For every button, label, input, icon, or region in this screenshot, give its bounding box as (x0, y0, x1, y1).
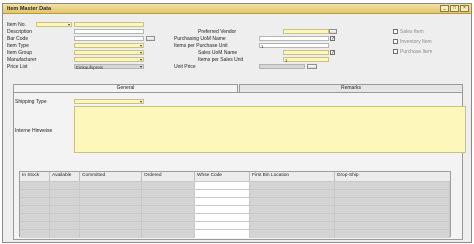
vendor-lookup-button[interactable] (329, 29, 337, 34)
preferred-vendor-input[interactable] (283, 29, 329, 34)
table-row[interactable] (20, 213, 450, 222)
unit-price-label: Unit Price (174, 64, 196, 70)
description-input[interactable] (74, 29, 144, 34)
item-no-input[interactable] (74, 22, 144, 27)
item-master-data-window: Item Master Data _ □ × Item No. Descript… (2, 3, 472, 243)
item-group-label: Item Group (7, 50, 33, 56)
purchase-item-checkbox[interactable] (393, 49, 398, 54)
table-row[interactable] (20, 197, 450, 206)
window-title: Item Master Data (7, 6, 52, 12)
chevron-down-icon (140, 101, 142, 103)
item-group-dropdown[interactable] (74, 50, 144, 55)
bar-code-label: Bar Code (7, 36, 29, 42)
preferred-vendor-label: Preferred Vendor (198, 29, 237, 35)
column-header-drop-ship[interactable]: Drop-Ship (335, 172, 450, 181)
sales-item-checkbox[interactable] (393, 29, 398, 34)
table-row[interactable] (20, 181, 450, 190)
chevron-down-icon (140, 45, 142, 47)
column-header-whse-code[interactable]: Whse Code (195, 172, 250, 181)
bar-code-input[interactable] (74, 36, 144, 41)
manufacturer-label: Manufacturer (7, 57, 37, 63)
close-button[interactable]: × (460, 5, 469, 12)
table-row[interactable] (20, 189, 450, 198)
column-header-committed[interactable]: Committed (80, 172, 142, 181)
description-label: Description (7, 29, 33, 35)
title-bar[interactable]: Item Master Data _ □ × (3, 4, 471, 14)
items-per-purchase-unit-label: Items per Purchase Unit (174, 43, 228, 49)
column-header-first-bin-location[interactable]: First Bin Location (250, 172, 335, 181)
maximize-button[interactable]: □ (450, 5, 459, 12)
tab-general[interactable]: General (13, 84, 238, 92)
sales-uom-name-label: Sales UoM Name (198, 50, 238, 56)
items-per-sales-unit-input[interactable]: 1 (283, 57, 329, 63)
interne-hinweise-label: Interne Hinweise (15, 128, 53, 134)
items-per-purchase-unit-input[interactable]: 1 (259, 43, 329, 49)
unit-price-button[interactable] (307, 64, 317, 69)
shipping-type-dropdown[interactable] (74, 99, 144, 104)
price-list-label: Price List (7, 64, 28, 70)
chevron-down-icon (68, 24, 70, 26)
price-list-dropdown[interactable]: Einkaufspreis (74, 64, 144, 70)
purchasing-uom-name-input[interactable] (259, 36, 329, 41)
purchase-item-label[interactable]: Purchase Item (400, 49, 432, 55)
item-no-series-dropdown[interactable] (36, 22, 72, 27)
table-row[interactable] (20, 205, 450, 214)
item-no-label: Item No. (7, 22, 26, 28)
column-header-in-stock[interactable]: In Stock (20, 172, 50, 181)
manufacturer-dropdown[interactable] (74, 57, 144, 62)
sales-uom-name-input[interactable] (283, 50, 329, 55)
chevron-down-icon (140, 52, 142, 54)
table-row[interactable] (20, 229, 450, 238)
column-header-ordered[interactable]: Ordered (142, 172, 195, 181)
column-header-available[interactable]: Available (50, 172, 80, 181)
shipping-type-label: Shipping Type (15, 99, 47, 105)
inventory-item-checkbox[interactable] (393, 39, 398, 44)
unit-price-input[interactable] (259, 64, 305, 69)
chevron-down-icon (140, 59, 142, 61)
interne-hinweise-textarea[interactable] (74, 106, 466, 153)
tab-remarks[interactable]: Remarks (239, 84, 463, 92)
bar-code-lookup-button[interactable] (146, 36, 155, 41)
inventory-item-label[interactable]: Inventory Item (400, 39, 432, 45)
warehouse-stock-table: In Stock Available Committed Ordered Whs… (19, 171, 451, 238)
purchasing-uom-name-label: Purchasing UoM Name (174, 36, 226, 42)
table-row[interactable] (20, 221, 450, 230)
item-type-dropdown[interactable] (74, 43, 144, 48)
sales-item-label[interactable]: Sales Item (400, 29, 424, 35)
chevron-down-icon (140, 66, 142, 68)
minimize-button[interactable]: _ (440, 5, 449, 12)
items-per-sales-unit-label: Items per Sales Unit (198, 57, 244, 63)
purchasing-uom-checkbox[interactable] (330, 36, 335, 42)
sales-uom-checkbox[interactable] (330, 50, 335, 56)
item-type-label: Item Type (7, 43, 29, 49)
